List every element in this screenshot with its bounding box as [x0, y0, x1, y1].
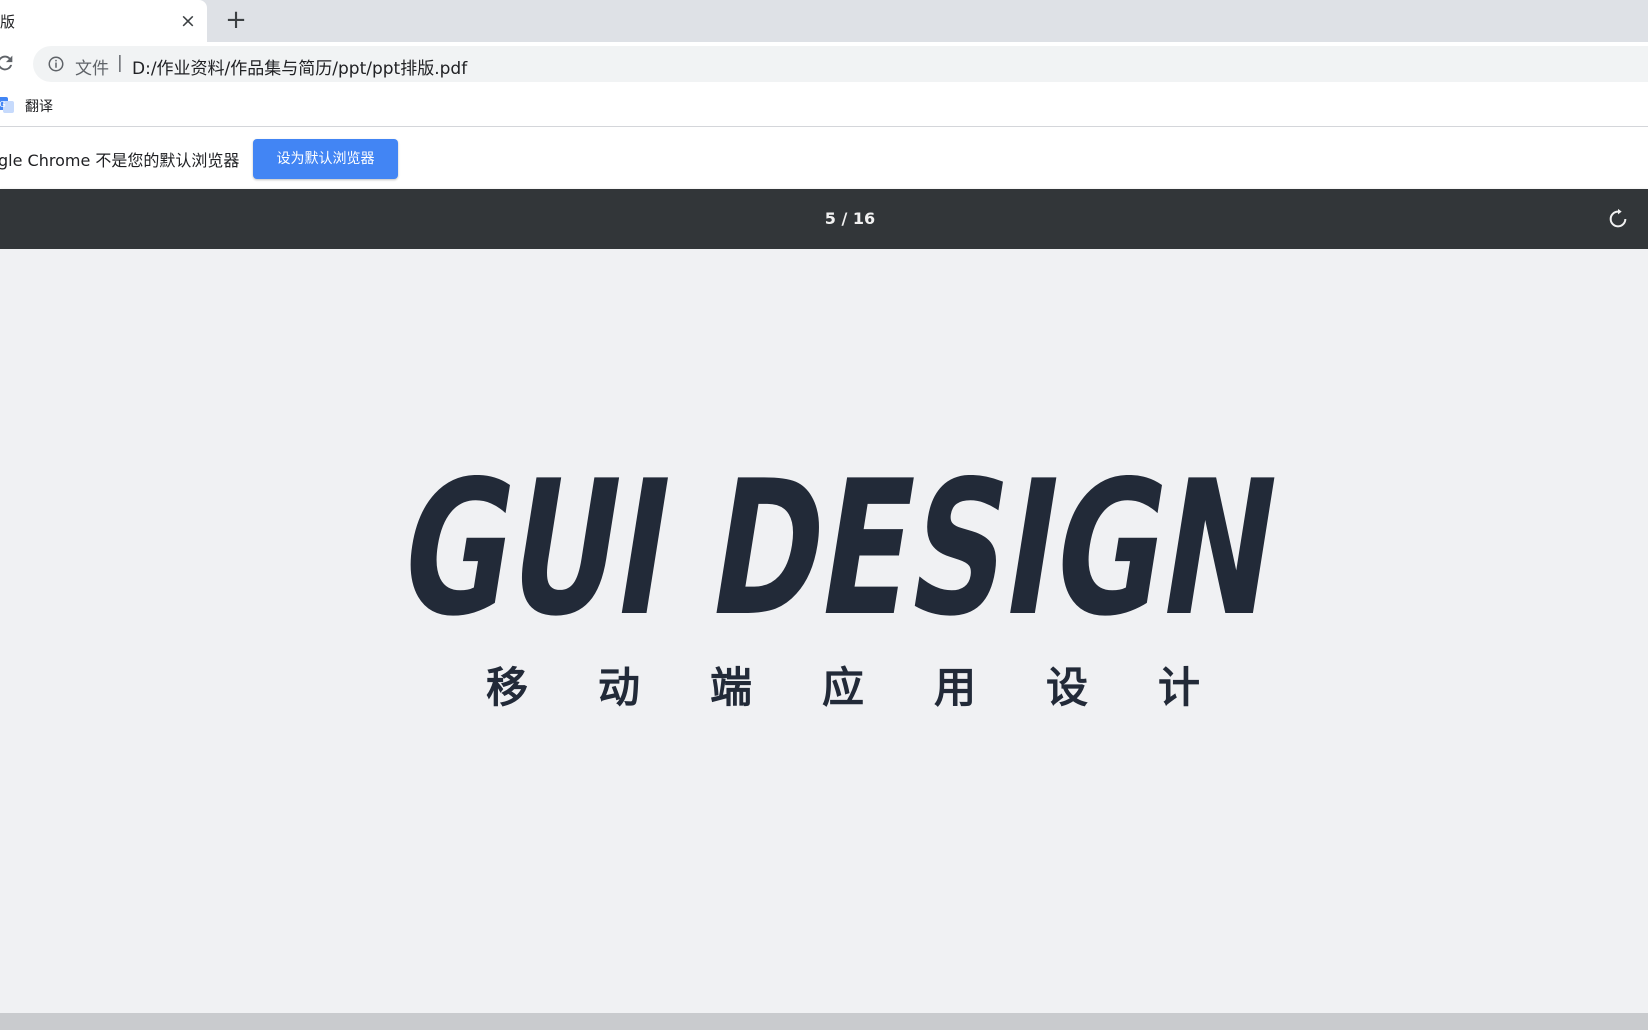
- default-browser-infobar: gle Chrome 不是您的默认浏览器 设为默认浏览器: [0, 127, 1648, 189]
- gui-design-logo: GUI DESIGN: [395, 475, 1292, 625]
- url-text[interactable]: D:/作业资料/作品集与简历/ppt/ppt排版.pdf: [132, 54, 467, 79]
- document-subtitle: 移动端应用设计: [486, 663, 1271, 712]
- logo-text: GUI DESIGN: [395, 475, 1292, 625]
- new-tab-button[interactable]: +: [222, 6, 250, 34]
- tab-title: 版: [0, 13, 16, 31]
- page-indicator: 5 / 16: [824, 209, 876, 228]
- url-separator: |: [117, 53, 123, 73]
- bookmarks-bar: G 翻译: [0, 86, 1648, 127]
- address-bar[interactable]: 文件 | D:/作业资料/作品集与简历/ppt/ppt排版.pdf: [33, 46, 1648, 82]
- browser-toolbar: 文件 | D:/作业资料/作品集与简历/ppt/ppt排版.pdf: [0, 42, 1648, 86]
- set-default-browser-button[interactable]: 设为默认浏览器: [253, 139, 398, 179]
- horizontal-scrollbar[interactable]: [0, 1013, 1648, 1030]
- active-tab[interactable]: 版 ×: [0, 0, 207, 42]
- bookmark-translate[interactable]: 翻译: [25, 96, 53, 116]
- reload-icon[interactable]: [0, 52, 16, 74]
- close-icon[interactable]: ×: [176, 9, 200, 33]
- url-scheme-label: 文件: [75, 59, 109, 79]
- infobar-message: gle Chrome 不是您的默认浏览器: [0, 151, 240, 170]
- tab-strip: 版 × +: [0, 0, 1648, 42]
- rotate-icon[interactable]: [1607, 208, 1629, 230]
- google-translate-icon: G: [0, 97, 14, 113]
- pdf-viewer[interactable]: GUI DESIGN 移动端应用设计: [0, 249, 1648, 1013]
- info-icon[interactable]: [47, 55, 65, 73]
- pdf-toolbar: 5 / 16: [0, 189, 1648, 249]
- svg-text:G: G: [0, 100, 6, 109]
